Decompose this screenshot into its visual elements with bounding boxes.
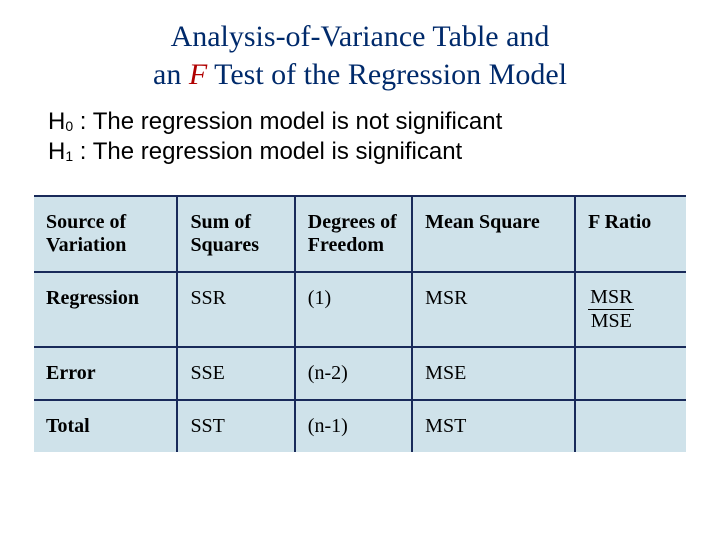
h0-label: H	[48, 108, 65, 135]
cell-f: MSR MSE	[575, 272, 686, 347]
h1-label: H	[48, 138, 65, 165]
col-f: F Ratio	[575, 196, 686, 272]
h0-text: : The regression model is not significan…	[73, 108, 502, 135]
h1-sub: 1	[65, 148, 73, 164]
hypothesis-alt: H1 : The regression model is significant	[48, 137, 680, 167]
slide-title: Analysis-of-Variance Table and an F Test…	[40, 18, 680, 93]
cell-ss: SST	[177, 400, 294, 452]
f-ratio-fraction: MSR MSE	[588, 287, 634, 332]
table-row: Regression SSR (1) MSR MSR MSE	[34, 272, 686, 347]
title-f: F	[189, 58, 207, 91]
cell-label: Error	[34, 347, 177, 400]
hypotheses: H0 : The regression model is not signifi…	[48, 107, 680, 167]
cell-f	[575, 347, 686, 400]
title-line1: Analysis-of-Variance Table and	[171, 20, 550, 53]
f-den: MSE	[588, 310, 634, 332]
cell-f	[575, 400, 686, 452]
f-num: MSR	[588, 287, 634, 310]
cell-ms: MST	[412, 400, 575, 452]
col-df: Degrees of Freedom	[295, 196, 412, 272]
cell-df: (n-1)	[295, 400, 412, 452]
table-row: Error SSE (n-2) MSE	[34, 347, 686, 400]
title-line2c: Test of the Regression Model	[207, 58, 567, 91]
cell-ms: MSR	[412, 272, 575, 347]
col-ss: Sum of Squares	[177, 196, 294, 272]
col-source: Source of Variation	[34, 196, 177, 272]
h0-sub: 0	[65, 118, 73, 134]
cell-label: Total	[34, 400, 177, 452]
cell-df: (1)	[295, 272, 412, 347]
cell-ss: SSR	[177, 272, 294, 347]
h1-text: : The regression model is significant	[73, 138, 462, 165]
cell-df: (n-2)	[295, 347, 412, 400]
table-row: Total SST (n-1) MST	[34, 400, 686, 452]
table-header-row: Source of Variation Sum of Squares Degre…	[34, 196, 686, 272]
title-line2a: an	[153, 58, 189, 91]
anova-table: Source of Variation Sum of Squares Degre…	[34, 195, 686, 452]
cell-ss: SSE	[177, 347, 294, 400]
cell-ms: MSE	[412, 347, 575, 400]
col-ms: Mean Square	[412, 196, 575, 272]
hypothesis-null: H0 : The regression model is not signifi…	[48, 107, 680, 137]
cell-label: Regression	[34, 272, 177, 347]
